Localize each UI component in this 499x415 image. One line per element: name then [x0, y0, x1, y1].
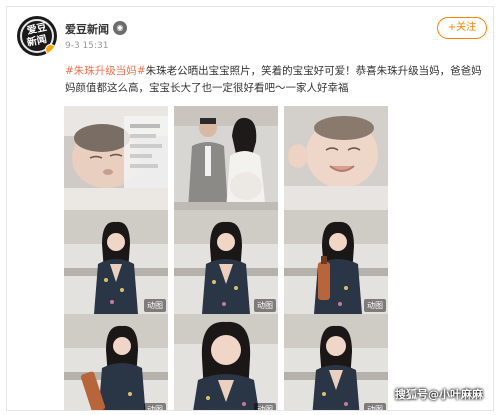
animated-badge: 动图 — [364, 299, 386, 312]
avatar[interactable]: 爱豆 新闻 — [17, 16, 57, 56]
verified-icon — [45, 44, 56, 55]
watermark-text: 搜狐号@小叶麻麻 — [395, 388, 483, 401]
hashtag-link[interactable]: #朱珠升级当妈# — [65, 65, 146, 77]
grid-image-woman-kitchen-smile[interactable]: 动图 — [284, 314, 388, 410]
grid-image-woman-kitchen-1[interactable]: 动图 — [64, 210, 168, 314]
follow-button[interactable]: +关注 — [437, 17, 487, 39]
image-grid: 动图 动图 动图 动图 动图 动图 — [64, 106, 389, 410]
grid-image-baby-smiling[interactable] — [284, 106, 388, 210]
animated-badge: 动图 — [144, 403, 166, 410]
animated-badge: 动图 — [254, 403, 276, 410]
post-timestamp[interactable]: 9-3 15:31 — [65, 41, 109, 51]
weibo-post-card: 爱豆 新闻 爱豆新闻 ◉ 9-3 15:31 +关注 #朱珠升级当妈#朱珠老公晒… — [6, 6, 494, 411]
animated-badge: 动图 — [364, 403, 386, 410]
username[interactable]: 爱豆新闻 — [65, 21, 109, 37]
animated-badge: 动图 — [144, 299, 166, 312]
grid-image-woman-kitchen-bottle-2[interactable]: 动图 — [64, 314, 168, 410]
grid-image-woman-kitchen-bottle-1[interactable]: 动图 — [284, 210, 388, 314]
eye-badge-icon: ◉ — [113, 21, 127, 35]
post-text: #朱珠升级当妈#朱珠老公晒出宝宝照片，笑着的宝宝好可爱！恭喜朱珠升级当妈，爸爸妈… — [65, 63, 485, 97]
grid-image-woman-kitchen-closeup[interactable]: 动图 — [174, 314, 278, 410]
grid-image-baby-sleeping[interactable] — [64, 106, 168, 210]
animated-badge: 动图 — [254, 299, 276, 312]
grid-image-woman-kitchen-2[interactable]: 动图 — [174, 210, 278, 314]
grid-image-couple[interactable] — [174, 106, 278, 210]
